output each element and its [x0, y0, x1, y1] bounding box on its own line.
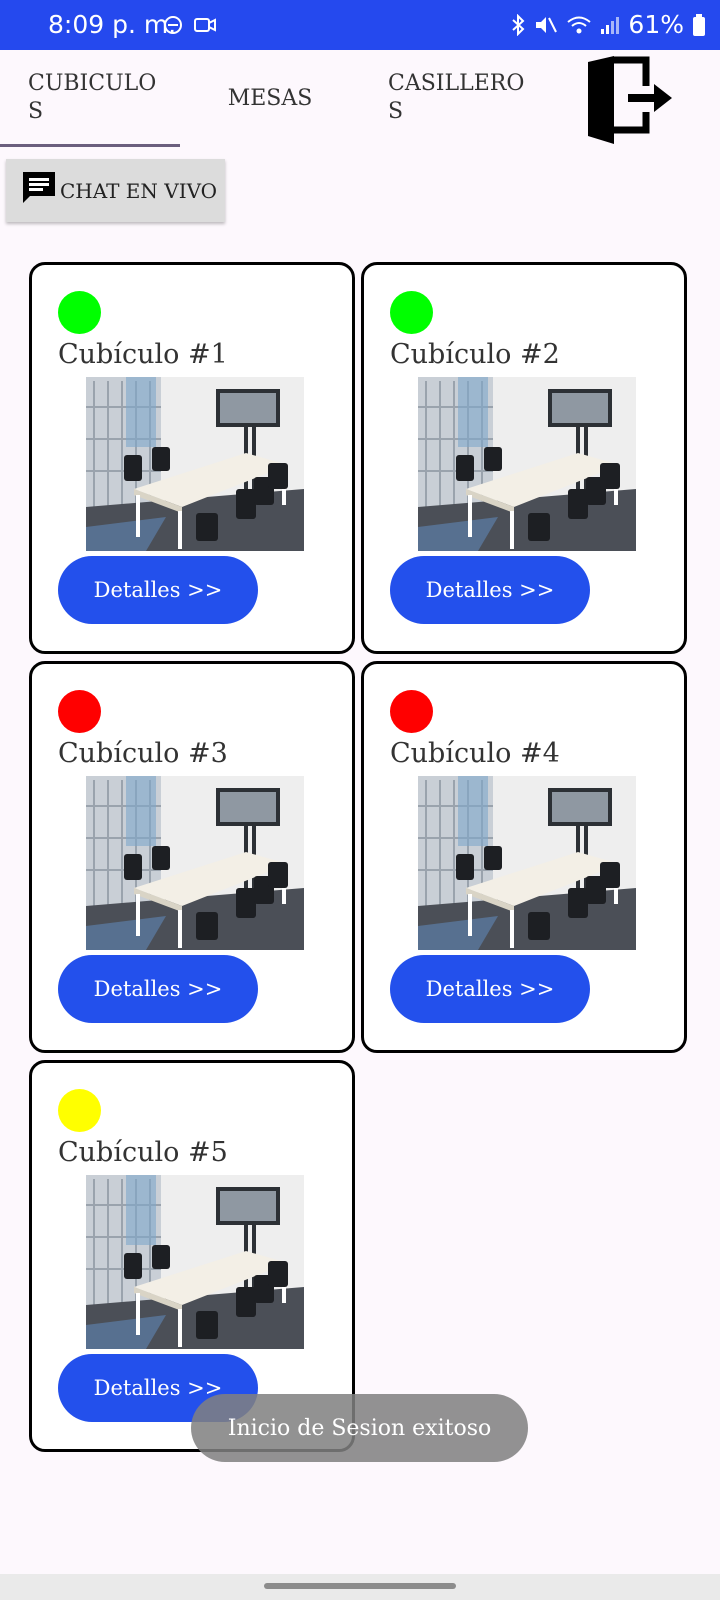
tab-cubiculos-label: CUBICULO S [28, 71, 157, 124]
availability-status-dot [58, 291, 101, 334]
logout-door-icon [584, 56, 676, 148]
tab-cubiculos[interactable]: CUBICULO S [0, 50, 180, 146]
cubicle-title: Cubículo #5 [58, 1137, 228, 1168]
availability-status-dot [390, 690, 433, 733]
details-button[interactable]: Detalles >> [58, 955, 258, 1023]
status-time: 8:09 p. m. [48, 10, 177, 39]
video-icon [193, 12, 217, 41]
home-gesture-handle[interactable] [264, 1583, 456, 1589]
cubicle-photo [418, 377, 636, 551]
chat-en-vivo-button[interactable]: CHAT EN VIVO [6, 159, 225, 222]
battery-label: 61% [628, 10, 684, 39]
logout-button[interactable] [580, 56, 680, 148]
battery-icon [692, 13, 706, 37]
tab-mesas-label: MESAS [227, 85, 313, 111]
tab-bar: CUBICULO S MESAS CASILLERO S [0, 50, 720, 148]
tab-selected-indicator [0, 144, 180, 147]
login-success-toast: Inicio de Sesion exitoso [191, 1394, 528, 1462]
cubicle-title: Cubículo #1 [58, 339, 228, 370]
cubicle-card-2: Cubículo #2 Detalles >> [361, 262, 687, 654]
cubicle-card-4: Cubículo #4 Detalles >> [361, 661, 687, 1053]
chat-bubble-icon [20, 169, 58, 212]
cubicle-title: Cubículo #4 [390, 738, 560, 769]
availability-status-dot [390, 291, 433, 334]
cubicle-title: Cubículo #3 [58, 738, 228, 769]
cubicle-photo [86, 377, 304, 551]
gesture-nav-bar [0, 1574, 720, 1600]
cubicle-card-1: Cubículo #1 Detalles >> [29, 262, 355, 654]
tab-mesas[interactable]: MESAS [180, 50, 360, 146]
cubicle-photo [418, 776, 636, 950]
cubicle-card-3: Cubículo #3 Detalles >> [29, 661, 355, 1053]
status-bar: 8:09 p. m. 61% [0, 0, 720, 50]
signal-icon [600, 14, 620, 36]
details-button[interactable]: Detalles >> [390, 556, 590, 624]
tab-casilleros-label: CASILLERO S [388, 71, 525, 124]
chat-button-label: CHAT EN VIVO [60, 178, 218, 203]
details-button[interactable]: Detalles >> [58, 556, 258, 624]
details-button[interactable]: Detalles >> [390, 955, 590, 1023]
tab-casilleros[interactable]: CASILLERO S [360, 50, 540, 146]
do-not-disturb-icon [163, 12, 183, 41]
wifi-icon [566, 14, 592, 36]
availability-status-dot [58, 1089, 101, 1132]
cubicle-title: Cubículo #2 [390, 339, 560, 370]
bluetooth-icon [510, 13, 526, 36]
availability-status-dot [58, 690, 101, 733]
cubicle-photo [86, 776, 304, 950]
cubicle-photo [86, 1175, 304, 1349]
mute-icon [534, 14, 558, 36]
